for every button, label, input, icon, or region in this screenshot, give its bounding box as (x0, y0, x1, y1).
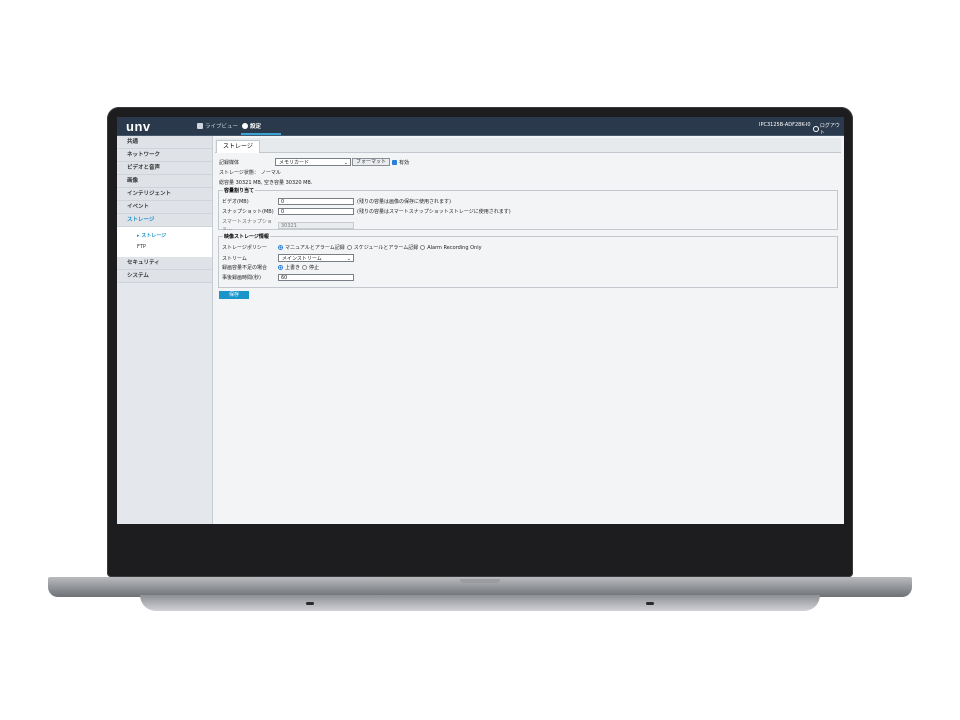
device-model: IPC3125B-ADF28K-I0 (759, 122, 811, 128)
screen: unv ライブビュー 設定 IPC3125B-ADF28K-I0 ログアウト 共… (117, 117, 844, 524)
stream-select[interactable]: メインストリーム ⌄ (278, 254, 354, 262)
chevron-down-icon: ⌄ (343, 160, 348, 166)
medium-row: 記録媒体 メモリカード ⌄ フォーマット 有効 (219, 158, 409, 166)
laptop-notch (460, 579, 500, 583)
policy-radio-manual[interactable] (278, 245, 283, 250)
smart-input: 30321 (278, 221, 354, 229)
stream-select-value: メインストリーム (282, 256, 322, 262)
policy-option-schedule: スケジュールとアラーム記録 (353, 245, 419, 251)
camera-icon (197, 123, 203, 129)
medium-label: 記録媒体 (219, 159, 240, 166)
smart-label: スマートスナップショッ… (222, 219, 272, 232)
recording-group: 映像ストレージ情報 ストレージポリシー マニュアルとアラーム記録 スケジュールと… (218, 233, 838, 288)
tab-storage[interactable]: ストレージ (216, 140, 260, 153)
format-button[interactable]: フォーマット (352, 158, 391, 166)
video-row: ビデオ(MB) 0 (残りの容量は画像の保存に使用されます) (222, 198, 451, 205)
sidebar: 共通 ネットワーク ビデオと音声 画像 インテリジェント イベント ストレージ … (117, 136, 213, 524)
video-label: ビデオ(MB) (222, 199, 249, 205)
stream-label: ストリーム (222, 255, 247, 262)
nav-live-view-label: ライブビュー (205, 124, 239, 130)
sidebar-item-network[interactable]: ネットワーク (117, 149, 212, 162)
medium-select[interactable]: メモリカード ⌄ (275, 158, 351, 166)
prerecord-input[interactable]: 60 (278, 274, 354, 281)
recording-legend: 映像ストレージ情報 (223, 233, 270, 240)
active-nav-indicator (241, 133, 281, 135)
full-option-overwrite: 上書き (285, 265, 301, 271)
sidebar-item-storage[interactable]: ストレージ (117, 214, 212, 227)
full-radio-stop[interactable] (302, 265, 308, 270)
sidebar-subitem-ftp[interactable]: FTP (117, 242, 212, 253)
medium-select-value: メモリカード (279, 160, 310, 166)
status-value: ノーマル (260, 170, 281, 176)
capacity-text: 総容量 30321 MB, 空き容量 30320 MB. (219, 180, 313, 186)
video-note: (残りの容量は画像の保存に使用されます) (357, 199, 451, 205)
top-bar: unv ライブビュー 設定 IPC3125B-ADF28K-I0 ログアウト (117, 117, 844, 136)
laptop-foot (646, 602, 654, 605)
tab-bar: ストレージ (215, 138, 841, 153)
prerecord-row: 事後録画時間(秒) 60 (222, 274, 354, 281)
policy-label: ストレージポリシー (222, 245, 267, 251)
sidebar-subitem-storage[interactable]: ▸ ストレージ (117, 231, 212, 242)
snapshot-row: スナップショット(MB) 0 (残りの容量はスマートスナップショットストレージに… (222, 208, 511, 215)
video-input[interactable]: 0 (278, 198, 354, 205)
sidebar-item-event[interactable]: イベント (117, 201, 212, 214)
gear-icon (242, 123, 248, 129)
policy-row: ストレージポリシー マニュアルとアラーム記録 スケジュールとアラーム記録 Ala… (222, 244, 482, 252)
prerecord-label: 事後録画時間(秒) (222, 275, 261, 281)
sidebar-item-security[interactable]: セキュリティ (117, 257, 212, 270)
logout-label: ログアウト (819, 123, 840, 136)
sidebar-submenu: ▸ ストレージ FTP (117, 227, 212, 257)
nav-live-view[interactable]: ライブビュー (197, 122, 238, 130)
full-radio-overwrite[interactable] (278, 265, 283, 270)
sidebar-item-image[interactable]: 画像 (117, 175, 212, 188)
power-icon (813, 126, 819, 132)
logo: unv (126, 119, 151, 134)
laptop-base-bottom (140, 595, 820, 611)
sidebar-item-intelligent[interactable]: インテリジェント (117, 188, 212, 201)
policy-option-manual: マニュアルとアラーム記録 (285, 245, 345, 251)
snapshot-label: スナップショット(MB) (222, 209, 274, 215)
status-label: ストレージ状態： (219, 170, 259, 176)
sidebar-item-system[interactable]: システム (117, 270, 212, 283)
nav-settings-label: 設定 (250, 124, 262, 130)
snapshot-input[interactable]: 0 (278, 208, 354, 215)
policy-option-alarm: Alarm Recording Only (427, 244, 482, 251)
sidebar-subitem-storage-label: ストレージ (141, 233, 167, 239)
smart-row: スマートスナップショッ… 30321 (222, 218, 354, 232)
policy-radio-alarm[interactable] (420, 245, 426, 250)
allocation-group: 容量割り当て ビデオ(MB) 0 (残りの容量は画像の保存に使用されます) スナ… (218, 187, 838, 232)
laptop-foot (306, 602, 314, 605)
full-label: 録画容量不足の場合 (222, 265, 268, 271)
logout-link[interactable]: ログアウト (813, 122, 844, 136)
status-row: ストレージ状態： ノーマル (219, 169, 281, 176)
stream-row: ストリーム メインストリーム ⌄ (222, 254, 354, 262)
enable-checkbox[interactable] (392, 159, 398, 165)
full-option-stop: 停止 (309, 265, 320, 271)
full-row: 録画容量不足の場合 上書き 停止 (222, 264, 319, 271)
sidebar-item-video-audio[interactable]: ビデオと音声 (117, 162, 212, 175)
allocation-legend: 容量割り当て (223, 187, 256, 194)
content-panel: ストレージ 記録媒体 メモリカード ⌄ フォーマット 有効 ストレージ状態： ノ… (215, 138, 841, 522)
chevron-down-icon: ⌄ (346, 256, 351, 262)
sidebar-item-common[interactable]: 共通 (117, 136, 212, 149)
policy-radio-schedule[interactable] (346, 245, 352, 250)
save-button[interactable]: 保存 (219, 291, 249, 299)
nav-settings[interactable]: 設定 (242, 122, 261, 130)
snapshot-note: (残りの容量はスマートスナップショットストレージに使用されます) (357, 209, 511, 215)
enable-label: 有効 (399, 159, 410, 166)
